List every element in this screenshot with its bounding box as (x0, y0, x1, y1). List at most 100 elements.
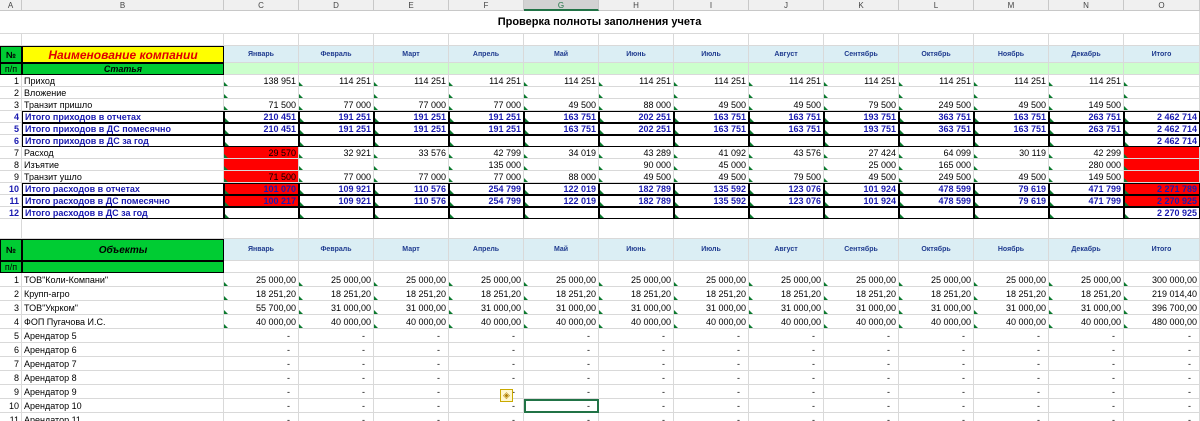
value-cell[interactable]: - (1124, 385, 1200, 399)
value-cell[interactable]: 478 599 (899, 183, 974, 195)
value-cell[interactable]: 40 000,00 (374, 315, 449, 329)
value-cell[interactable]: - (674, 329, 749, 343)
value-cell[interactable]: 263 751 (1049, 111, 1124, 123)
value-cell[interactable]: 18 251,20 (899, 287, 974, 301)
value-cell[interactable]: 31 000,00 (899, 301, 974, 315)
value-cell[interactable]: - (674, 385, 749, 399)
column-header-l[interactable]: L (899, 0, 974, 11)
value-cell[interactable] (899, 87, 974, 99)
value-cell[interactable]: 90 000 (599, 159, 674, 171)
value-cell[interactable]: 49 500 (749, 99, 824, 111)
empty-cell[interactable] (524, 219, 599, 239)
value-cell[interactable]: 202 251 (599, 123, 674, 135)
value-cell[interactable]: - (299, 413, 374, 421)
value-cell[interactable] (749, 159, 824, 171)
value-cell[interactable]: 110 576 (374, 195, 449, 207)
value-cell[interactable]: - (524, 343, 599, 357)
value-cell[interactable]: 114 251 (374, 75, 449, 87)
value-cell[interactable]: 25 000,00 (449, 273, 524, 287)
value-cell[interactable]: 29 570 (224, 147, 299, 159)
value-cell[interactable]: 280 000 (1049, 159, 1124, 171)
value-cell[interactable]: 109 921 (299, 195, 374, 207)
value-cell[interactable]: - (899, 329, 974, 343)
empty-cell[interactable] (674, 219, 749, 239)
value-cell[interactable]: 191 251 (299, 111, 374, 123)
value-cell[interactable] (899, 135, 974, 147)
value-cell[interactable]: 40 000,00 (599, 315, 674, 329)
column-header-f[interactable]: F (449, 0, 524, 11)
value-cell[interactable]: 31 000,00 (974, 301, 1049, 315)
value-cell[interactable]: 18 251,20 (299, 287, 374, 301)
value-cell[interactable] (524, 207, 599, 219)
value-cell[interactable]: 43 576 (749, 147, 824, 159)
value-cell[interactable]: - (524, 329, 599, 343)
empty-cell[interactable] (974, 34, 1049, 46)
column-header-j[interactable]: J (749, 0, 824, 11)
value-cell[interactable]: 71 500 (224, 171, 299, 183)
value-cell[interactable]: - (224, 413, 299, 421)
value-cell[interactable] (1124, 75, 1200, 87)
empty-cell[interactable] (1124, 219, 1200, 239)
value-cell[interactable]: - (224, 343, 299, 357)
value-cell[interactable]: - (974, 385, 1049, 399)
value-cell[interactable]: 210 451 (224, 123, 299, 135)
value-cell[interactable]: - (824, 371, 899, 385)
value-cell[interactable]: - (374, 343, 449, 357)
empty-cell[interactable] (22, 219, 224, 239)
column-header-k[interactable]: K (824, 0, 899, 11)
column-header-m[interactable]: M (974, 0, 1049, 11)
value-cell[interactable]: - (374, 385, 449, 399)
object-name[interactable]: Крупп-агро (22, 287, 224, 301)
value-cell[interactable]: 114 251 (899, 75, 974, 87)
empty-cell[interactable] (749, 219, 824, 239)
value-cell[interactable]: - (974, 357, 1049, 371)
object-name[interactable]: Арендатор 8 (22, 371, 224, 385)
value-cell[interactable]: - (749, 385, 824, 399)
value-cell[interactable]: 49 500 (974, 99, 1049, 111)
value-cell[interactable]: - (824, 357, 899, 371)
value-cell[interactable]: - (524, 357, 599, 371)
value-cell[interactable]: - (449, 343, 524, 357)
object-name[interactable]: Арендатор 10 (22, 399, 224, 413)
value-cell[interactable]: 25 000,00 (224, 273, 299, 287)
value-cell[interactable]: 31 000,00 (449, 301, 524, 315)
value-cell[interactable]: 27 424 (824, 147, 899, 159)
empty-cell[interactable] (674, 261, 749, 273)
value-cell[interactable]: - (749, 399, 824, 413)
object-name[interactable]: Арендатор 5 (22, 329, 224, 343)
value-cell[interactable]: 163 751 (749, 123, 824, 135)
value-cell[interactable]: - (299, 329, 374, 343)
value-cell[interactable]: 114 251 (1049, 75, 1124, 87)
object-name[interactable]: Арендатор 6 (22, 343, 224, 357)
empty-cell[interactable] (749, 63, 824, 75)
value-cell[interactable]: 191 251 (449, 111, 524, 123)
object-name[interactable]: Арендатор 7 (22, 357, 224, 371)
value-cell[interactable] (674, 207, 749, 219)
value-cell[interactable]: 191 251 (374, 123, 449, 135)
value-cell[interactable]: 40 000,00 (449, 315, 524, 329)
value-cell[interactable] (599, 135, 674, 147)
value-cell[interactable]: - (224, 357, 299, 371)
empty-cell[interactable] (599, 219, 674, 239)
empty-cell[interactable] (1049, 261, 1124, 273)
value-cell[interactable]: 31 000,00 (1049, 301, 1124, 315)
value-cell[interactable]: 122 019 (524, 195, 599, 207)
value-cell[interactable]: - (974, 413, 1049, 421)
value-cell[interactable]: - (899, 357, 974, 371)
value-cell[interactable]: 210 451 (224, 111, 299, 123)
value-cell[interactable]: 77 000 (299, 99, 374, 111)
value-cell[interactable]: 193 751 (824, 123, 899, 135)
value-cell[interactable]: 109 921 (299, 183, 374, 195)
empty-cell[interactable] (22, 34, 224, 46)
empty-cell[interactable] (824, 219, 899, 239)
value-cell[interactable] (974, 135, 1049, 147)
empty-cell[interactable] (299, 261, 374, 273)
value-cell[interactable] (1049, 135, 1124, 147)
value-cell[interactable]: 2 270 925 (1124, 207, 1200, 219)
value-cell[interactable]: 25 000,00 (299, 273, 374, 287)
value-cell[interactable]: - (749, 413, 824, 421)
value-cell[interactable]: 77 000 (374, 171, 449, 183)
object-name[interactable]: Арендатор 9 (22, 385, 224, 399)
value-cell[interactable]: 163 751 (974, 111, 1049, 123)
value-cell[interactable]: 114 251 (299, 75, 374, 87)
